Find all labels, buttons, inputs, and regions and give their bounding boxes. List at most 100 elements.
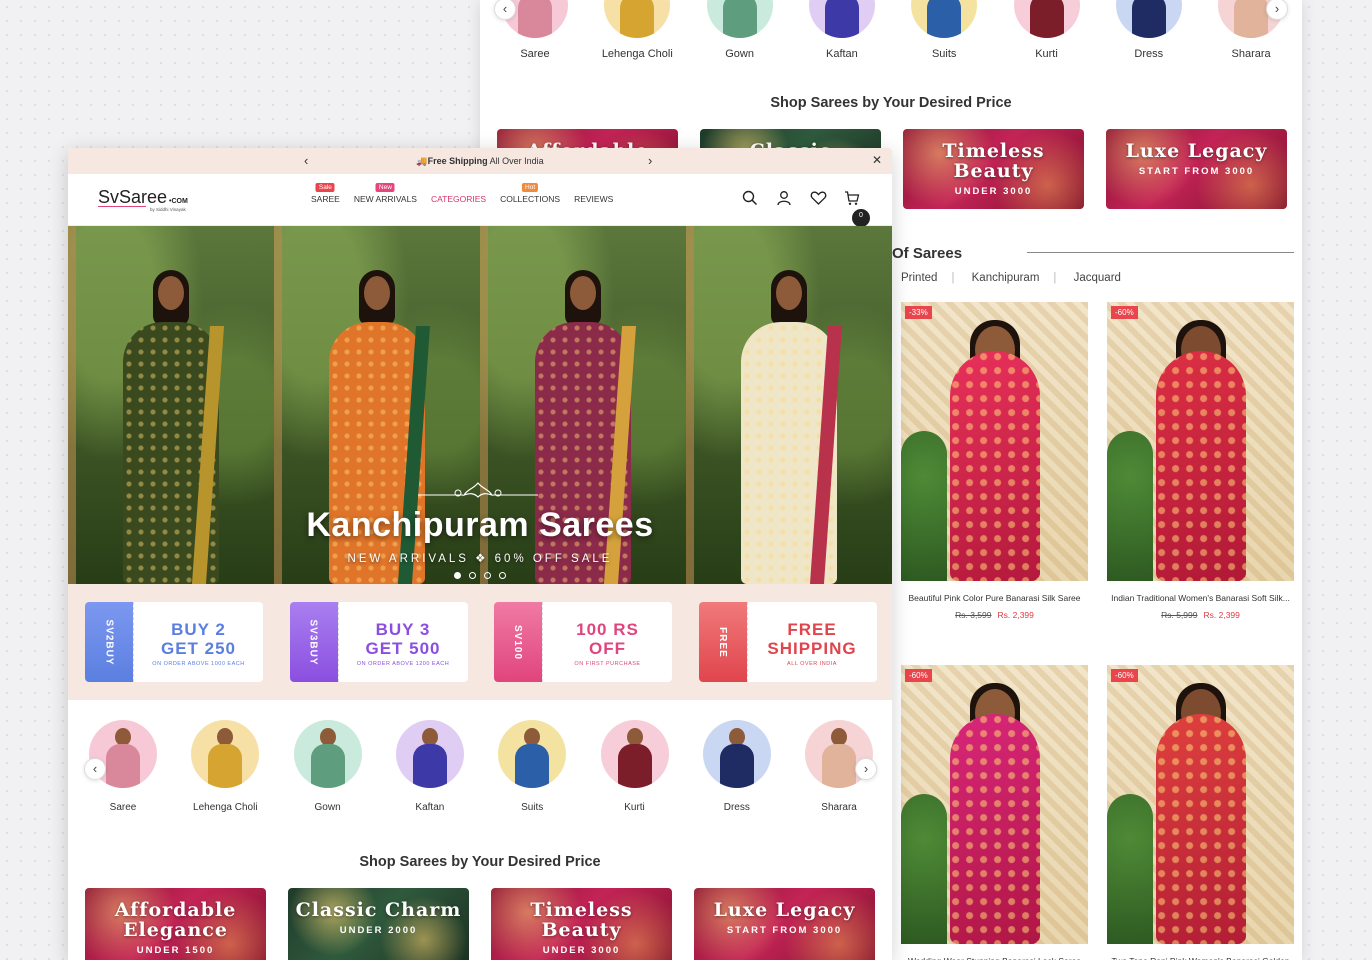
price-card[interactable]: Timeless Beauty UNDER 3000 bbox=[903, 129, 1084, 209]
offer-coupons: SV2BUY BUY 2 GET 250 ON ORDER ABOVE 1000 EA… bbox=[68, 584, 892, 700]
category-item[interactable]: Lehenga Choli bbox=[592, 0, 682, 60]
product-name[interactable]: Beautiful Pink Color Pure Banarasi Silk … bbox=[901, 593, 1088, 603]
section-title: Shop Sarees by Your Desired Price bbox=[359, 854, 601, 870]
price-card-subtitle: UNDER 2000 bbox=[339, 925, 418, 936]
product-name[interactable]: Wedding Wear Stunning Banarasi Lock Sare… bbox=[901, 956, 1088, 960]
coupon-line2: GET 500 bbox=[365, 639, 441, 658]
slider-dots bbox=[68, 572, 892, 579]
category-item[interactable]: Dress bbox=[1104, 0, 1194, 60]
section-title: Shop Sarees by Your Desired Price bbox=[770, 95, 1012, 111]
category-label: Dress bbox=[1134, 48, 1164, 60]
offer-coupon[interactable]: FREE FREE SHIPPING ALL OVER INDIA bbox=[698, 602, 877, 682]
price-card[interactable]: Affordable Elegance UNDER 1500 bbox=[85, 888, 266, 960]
front-browser-window: ‹ 🚚Free Shipping All Over India › ✕ SvSa… bbox=[68, 148, 892, 960]
logo-byline: by Siddhi Vinayak bbox=[150, 207, 186, 212]
price-card-subtitle: UNDER 3000 bbox=[542, 945, 621, 956]
cart-count-badge: 0 bbox=[852, 209, 870, 227]
slider-dot[interactable] bbox=[469, 572, 476, 579]
category-item[interactable]: Dress bbox=[692, 720, 782, 813]
nav-item-reviews[interactable]: REVIEWS bbox=[574, 194, 613, 204]
fabric-tabs: Printed | Kanchipuram | Jacquard bbox=[901, 272, 1135, 284]
product-card[interactable]: -33% Beautiful Pink Color Pure Banarasi S… bbox=[901, 302, 1088, 620]
sale-price: Rs. 2,399 bbox=[997, 610, 1034, 620]
logo[interactable]: SvSaree •COM by Siddhi Vinayak bbox=[98, 187, 188, 212]
slider-dot[interactable] bbox=[499, 572, 506, 579]
price-card[interactable]: Luxe Legacy START FROM 3000 bbox=[694, 888, 875, 960]
price-card-subtitle: START FROM 3000 bbox=[1138, 166, 1255, 177]
plant-decoration bbox=[1107, 794, 1153, 944]
category-image bbox=[911, 0, 978, 38]
coupon-code: SV2BUY bbox=[85, 602, 133, 682]
product-image[interactable]: -60% bbox=[1107, 302, 1294, 581]
product-name[interactable]: Two Tone Rani Pink Women's Banarasi Gold… bbox=[1107, 956, 1294, 960]
category-label: Suits bbox=[521, 802, 544, 813]
carousel-prev-button[interactable]: ‹ bbox=[84, 758, 106, 780]
product-image[interactable]: -60% bbox=[1107, 665, 1294, 944]
price-card-subtitle: START FROM 3000 bbox=[726, 925, 843, 936]
category-image bbox=[1013, 0, 1080, 38]
product-card[interactable]: -60% Two Tone Rani Pink Women's Banarasi … bbox=[1107, 665, 1294, 960]
category-item[interactable]: Gown bbox=[695, 0, 785, 60]
tab-jacquard[interactable]: Jacquard bbox=[1074, 272, 1121, 284]
category-item[interactable]: Kaftan bbox=[385, 720, 475, 813]
coupon-body: BUY 2 GET 250 ON ORDER ABOVE 1000 EACH bbox=[133, 602, 263, 682]
coupon-body: FREE SHIPPING ALL OVER INDIA bbox=[746, 602, 877, 682]
product-image[interactable]: -60% bbox=[901, 665, 1088, 944]
nav-item-categories[interactable]: CATEGORIES bbox=[431, 194, 486, 204]
carousel-next-button[interactable]: › bbox=[855, 758, 877, 780]
category-item[interactable]: Suits bbox=[487, 720, 577, 813]
category-label: Dress bbox=[723, 802, 750, 813]
category-item[interactable]: Kaftan bbox=[797, 0, 887, 60]
category-image bbox=[600, 720, 669, 788]
main-menu: SAREE Sale NEW ARRIVALS New CATEGORIES COLLEC… bbox=[311, 183, 613, 204]
category-item[interactable]: Kurti bbox=[1002, 0, 1092, 60]
price-card[interactable]: Timeless Beauty UNDER 3000 bbox=[491, 888, 672, 960]
price-card-title: Luxe Legacy bbox=[1125, 140, 1268, 162]
announcement-next-icon[interactable]: › bbox=[648, 153, 652, 168]
category-label: Gown bbox=[725, 48, 754, 60]
discount-badge: -33% bbox=[905, 306, 932, 319]
offer-coupon[interactable]: SV3BUY BUY 3 GET 500 ON ORDER ABOVE 1200 EA… bbox=[289, 602, 468, 682]
tab-printed[interactable]: Printed bbox=[901, 272, 937, 284]
category-item[interactable]: Suits bbox=[899, 0, 989, 60]
price-card[interactable]: Classic Charm UNDER 2000 bbox=[288, 888, 469, 960]
search-icon[interactable] bbox=[742, 190, 760, 208]
category-item[interactable]: Lehenga Choli bbox=[180, 720, 270, 813]
slider-dot[interactable] bbox=[484, 572, 491, 579]
category-carousel: Saree Lehenga Choli Gown Kaftan Suits Kurti Dr… bbox=[68, 708, 892, 828]
price-card[interactable]: Luxe Legacy START FROM 3000 bbox=[1106, 129, 1287, 209]
close-icon[interactable]: ✕ bbox=[872, 153, 882, 167]
coupon-line1: BUY 3 bbox=[375, 620, 431, 639]
category-item[interactable]: Gown bbox=[283, 720, 373, 813]
product-card[interactable]: -60% Indian Traditional Women's Banarasi … bbox=[1107, 302, 1294, 620]
tab-kanchipuram[interactable]: Kanchipuram bbox=[972, 272, 1040, 284]
nav-label: COLLECTIONS bbox=[500, 194, 561, 204]
product-name[interactable]: Indian Traditional Women's Banarasi Soft… bbox=[1107, 593, 1294, 603]
coupon-line1: 100 RS bbox=[576, 620, 639, 639]
logo-com: •COM bbox=[169, 198, 188, 205]
coupon-note: ON ORDER ABOVE 1200 EACH bbox=[356, 661, 450, 667]
nav-item-collections[interactable]: COLLECTIONS Hot bbox=[500, 183, 561, 204]
wishlist-icon[interactable] bbox=[810, 190, 828, 208]
category-label: Sharara bbox=[821, 802, 857, 813]
category-item[interactable]: Kurti bbox=[590, 720, 680, 813]
hero-ornament-icon bbox=[418, 482, 538, 498]
cart-icon[interactable]: 0 bbox=[844, 190, 870, 227]
category-image bbox=[706, 0, 773, 38]
offer-coupon[interactable]: SV2BUY BUY 2 GET 250 ON ORDER ABOVE 1000 EA… bbox=[85, 602, 263, 682]
product-image[interactable]: -33% bbox=[901, 302, 1088, 581]
nav-item-saree[interactable]: SAREE Sale bbox=[311, 183, 340, 204]
account-icon[interactable] bbox=[776, 190, 794, 208]
slider-dot[interactable] bbox=[454, 572, 461, 579]
category-label: Sharara bbox=[1231, 48, 1271, 60]
product-card[interactable]: -60% Wedding Wear Stunning Banarasi Lock … bbox=[901, 665, 1088, 960]
category-label: Suits bbox=[931, 48, 957, 60]
category-label: Kurti bbox=[1035, 48, 1058, 60]
announcement-bar: ‹ 🚚Free Shipping All Over India › ✕ bbox=[68, 148, 892, 174]
nav-item-new-arrivals[interactable]: NEW ARRIVALS New bbox=[354, 183, 417, 204]
hero-banner[interactable]: Kanchipuram Sarees NEW ARRIVALS ❖ 60% OF… bbox=[68, 226, 892, 584]
hero-subtitle: NEW ARRIVALS ❖ 60% OFF SALE bbox=[347, 553, 613, 565]
category-image bbox=[498, 720, 567, 788]
category-image bbox=[1115, 0, 1182, 38]
offer-coupon[interactable]: SV100 100 RS OFF ON FIRST PURCHASE bbox=[494, 602, 672, 682]
